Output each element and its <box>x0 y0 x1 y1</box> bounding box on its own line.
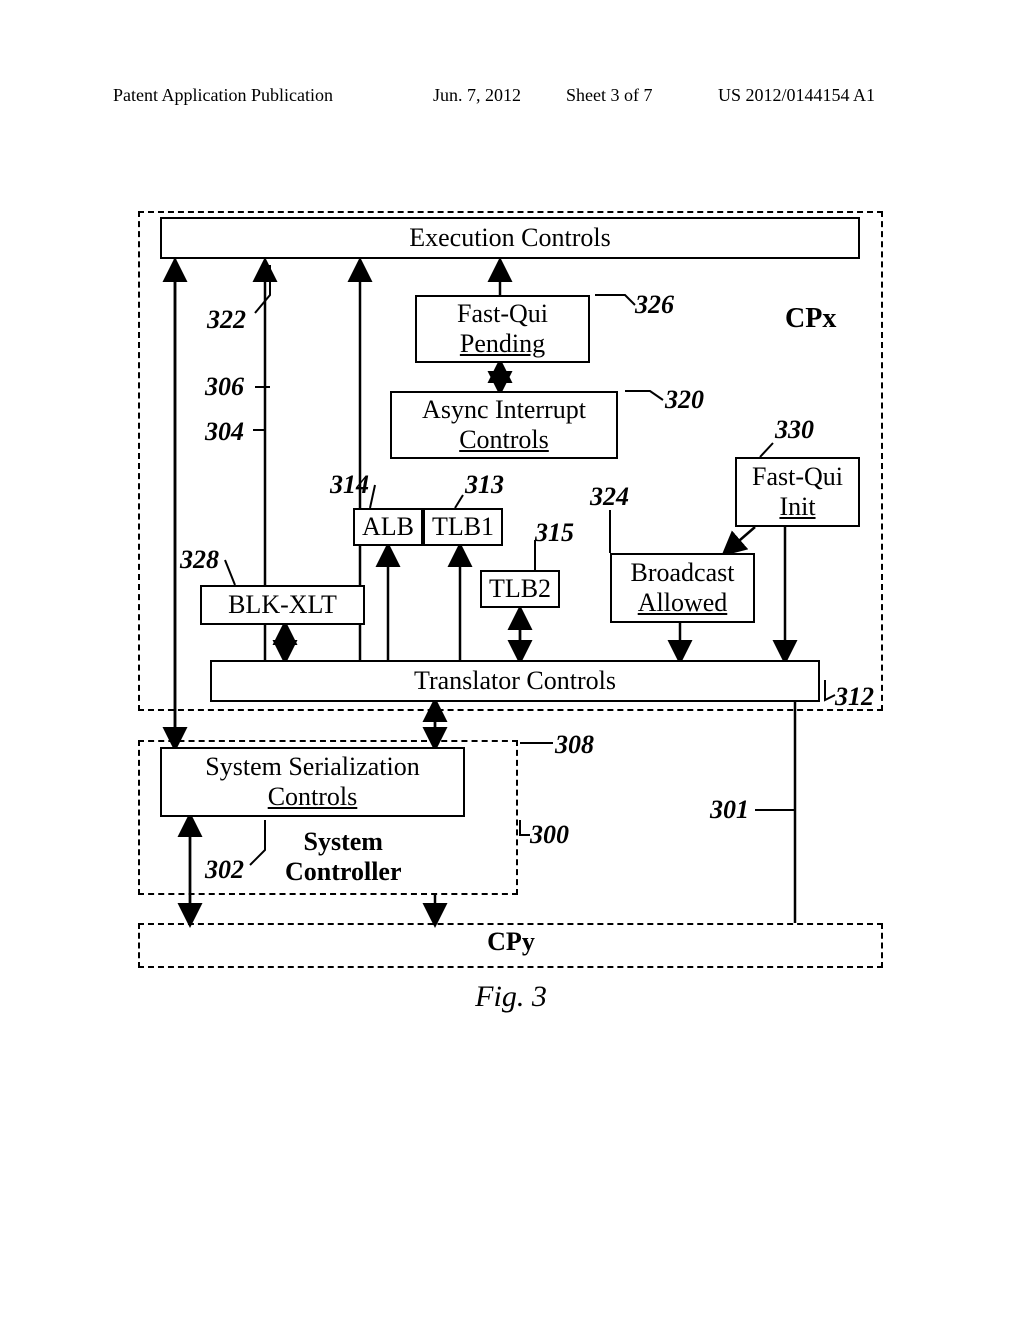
tlb1-box: TLB1 <box>423 508 503 546</box>
cpy-label: CPy <box>135 927 887 957</box>
tlb1-label: TLB1 <box>432 512 494 542</box>
alb-label: ALB <box>362 512 414 542</box>
ref-304: 304 <box>205 417 244 447</box>
figure-3: Execution Controls Fast-Qui Pending Asyn… <box>135 195 887 1025</box>
fast-qui-pending-box: Fast-Qui Pending <box>415 295 590 363</box>
ref-324: 324 <box>590 482 629 512</box>
alb-box: ALB <box>353 508 423 546</box>
ref-301: 301 <box>710 795 749 825</box>
tlb2-label: TLB2 <box>489 574 551 604</box>
system-controller-label: System Controller <box>285 827 402 887</box>
execution-controls-box: Execution Controls <box>160 217 860 259</box>
async-interrupt-controls-box: Async Interrupt Controls <box>390 391 618 459</box>
header-sheet: Sheet 3 of 7 <box>566 85 652 106</box>
tlb2-box: TLB2 <box>480 570 560 608</box>
header-date: Jun. 7, 2012 <box>433 85 521 106</box>
fast-qui-pending-l2: Pending <box>460 329 545 359</box>
broadcast-l1: Broadcast <box>631 558 735 588</box>
ref-315: 315 <box>535 518 574 548</box>
sys-serial-l2: Controls <box>268 782 358 812</box>
execution-controls-label: Execution Controls <box>409 223 610 253</box>
page-header: Patent Application Publication Jun. 7, 2… <box>0 85 1024 115</box>
translator-label: Translator Controls <box>414 666 616 696</box>
header-publication: Patent Application Publication <box>113 85 333 106</box>
ref-330: 330 <box>775 415 814 445</box>
sys-serial-l1: System Serialization <box>205 752 419 782</box>
header-docnum: US 2012/0144154 A1 <box>718 85 875 106</box>
ref-322: 322 <box>207 305 246 335</box>
ref-328: 328 <box>180 545 219 575</box>
translator-controls-box: Translator Controls <box>210 660 820 702</box>
broadcast-l2: Allowed <box>638 588 728 618</box>
ref-313: 313 <box>465 470 504 500</box>
blk-xlt-label: BLK-XLT <box>228 590 337 620</box>
system-serialization-controls-box: System Serialization Controls <box>160 747 465 817</box>
cpx-label: CPx <box>785 303 836 335</box>
fast-qui-init-box: Fast-Qui Init <box>735 457 860 527</box>
async-int-l2: Controls <box>459 425 549 455</box>
ref-308: 308 <box>555 730 594 760</box>
fast-qui-pending-l1: Fast-Qui <box>457 299 548 329</box>
ref-326: 326 <box>635 290 674 320</box>
ref-306: 306 <box>205 372 244 402</box>
fast-qui-init-l1: Fast-Qui <box>752 462 843 492</box>
broadcast-allowed-box: Broadcast Allowed <box>610 553 755 623</box>
ref-314: 314 <box>330 470 369 500</box>
ref-302: 302 <box>205 855 244 885</box>
ref-300: 300 <box>530 820 569 850</box>
ref-320: 320 <box>665 385 704 415</box>
blk-xlt-box: BLK-XLT <box>200 585 365 625</box>
ref-312: 312 <box>835 682 874 712</box>
async-int-l1: Async Interrupt <box>422 395 586 425</box>
fast-qui-init-l2: Init <box>779 492 815 522</box>
